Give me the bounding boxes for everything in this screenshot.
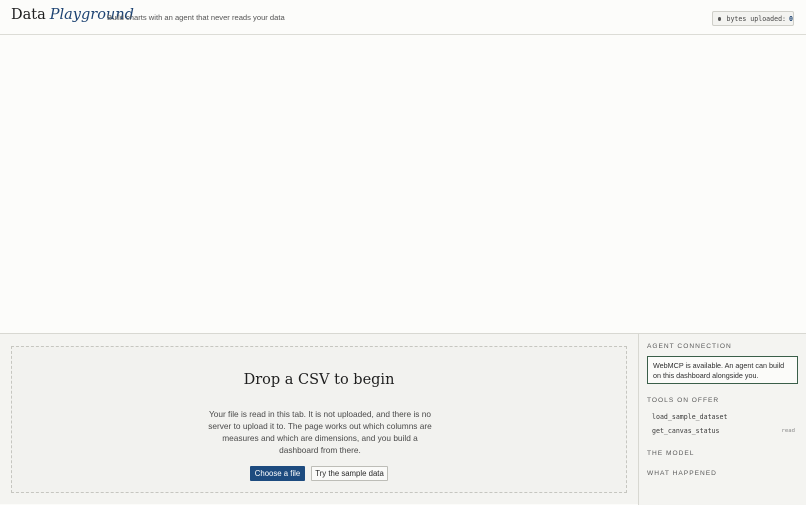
tool-load-sample-dataset: load_sample_dataset <box>652 413 728 421</box>
status-dot-icon <box>718 16 722 21</box>
dashboard-canvas <box>0 35 806 333</box>
sample-data-button[interactable]: Try the sample data <box>311 466 388 481</box>
webmcp-notice: WebMCP is available. An agent can build … <box>647 356 798 384</box>
bottom-panel: Drop a CSV to begin Your file is read in… <box>0 333 806 505</box>
what-happened-heading[interactable]: WHAT HAPPENED <box>647 470 717 477</box>
agent-connection-heading: AGENT CONNECTION <box>647 343 732 350</box>
model-heading[interactable]: THE MODEL <box>647 450 694 457</box>
tools-heading: TOOLS ON OFFER <box>647 397 720 404</box>
bytes-uploaded-badge: bytes uploaded: 0 <box>712 11 794 26</box>
agent-sidebar: AGENT CONNECTION WebMCP is available. An… <box>638 334 806 505</box>
brand-word-data: Data <box>11 7 46 23</box>
bytes-uploaded-count: 0 <box>789 14 793 23</box>
choose-file-button[interactable]: Choose a file <box>250 466 305 481</box>
app-header: Data Playground Build charts with an agen… <box>0 0 806 35</box>
tagline: Build charts with an agent that never re… <box>107 13 285 22</box>
dropzone-actions: Choose a file Try the sample data <box>12 466 626 481</box>
dropzone-title: Drop a CSV to begin <box>243 372 395 388</box>
dropzone-description: Your file is read in this tab. It is not… <box>208 409 432 455</box>
tool-read-tag: read <box>781 428 795 434</box>
tool-get-canvas-status: get_canvas_status <box>652 427 720 435</box>
csv-dropzone[interactable]: Drop a CSV to begin Your file is read in… <box>11 346 627 493</box>
bytes-uploaded-label: bytes uploaded: <box>726 14 787 23</box>
